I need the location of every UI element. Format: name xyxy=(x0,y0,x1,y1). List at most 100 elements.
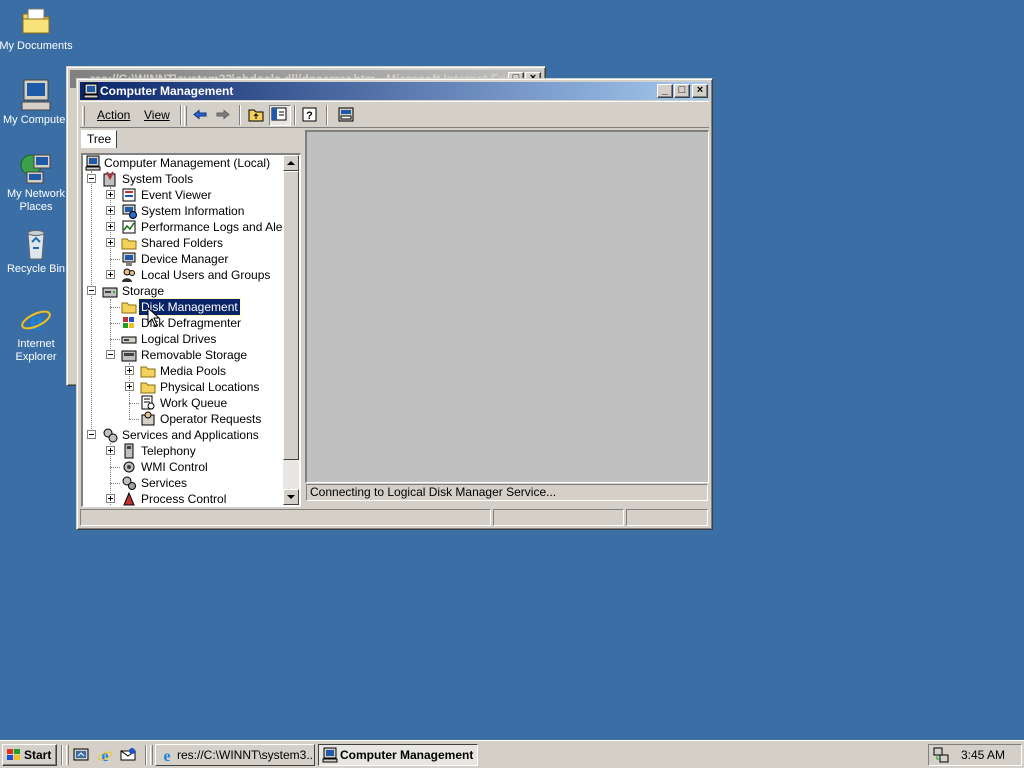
tab-tree[interactable]: Tree xyxy=(81,130,118,148)
tree-node-shared-folders[interactable]: Shared Folders xyxy=(83,235,283,251)
desktop-icon-label: My Documents xyxy=(0,40,73,52)
properties-icon xyxy=(338,107,354,122)
tree-node-physical-locations[interactable]: Physical Locations xyxy=(83,379,283,395)
arrow-down-icon xyxy=(287,495,295,499)
toolbar-separator xyxy=(180,105,182,125)
scroll-up-button[interactable] xyxy=(283,155,299,171)
tree-node-label: Operator Requests xyxy=(160,412,262,426)
menu-action[interactable]: Action xyxy=(91,107,136,124)
recycle-bin-icon xyxy=(19,227,53,261)
scroll-down-button[interactable] xyxy=(283,489,299,505)
expand-toggle[interactable] xyxy=(106,190,115,199)
tree-node-label: Shared Folders xyxy=(141,236,224,250)
tree-vertical-scrollbar[interactable] xyxy=(283,155,299,505)
details-pane[interactable] xyxy=(305,130,709,483)
desktop-icon-recycle-bin[interactable]: Recycle Bin xyxy=(0,227,74,276)
forward-button[interactable] xyxy=(213,105,235,126)
clock[interactable]: 3:45 AM xyxy=(961,745,1005,765)
tree-node-local-users-groups[interactable]: Local Users and Groups xyxy=(83,267,283,283)
tree-node-system-tools[interactable]: System Tools xyxy=(83,171,283,187)
show-hide-tree-button[interactable] xyxy=(269,105,291,126)
tree-node-removable-storage[interactable]: Removable Storage xyxy=(83,347,283,363)
tree-node-performance-logs[interactable]: Performance Logs and Alerts xyxy=(83,219,296,235)
tree-node-label: System Information xyxy=(141,204,245,218)
expand-toggle[interactable] xyxy=(106,222,115,231)
toolbar-grip[interactable] xyxy=(184,106,187,126)
internet-explorer-icon[interactable]: e xyxy=(97,747,113,763)
tree-node-process-control[interactable]: Process Control xyxy=(83,491,283,506)
local-users-icon xyxy=(122,268,135,282)
services-icon xyxy=(122,476,136,490)
taskbar-button-computer-management[interactable]: Computer Management xyxy=(318,744,478,766)
taskbar-grip[interactable] xyxy=(150,745,153,765)
desktop-icon-my-documents[interactable]: My Documents xyxy=(0,4,74,53)
toolbar-grip[interactable] xyxy=(82,106,85,126)
start-button[interactable]: Start xyxy=(2,744,57,766)
tree-node-device-manager[interactable]: Device Manager xyxy=(83,251,283,267)
tree-node-media-pools[interactable]: Media Pools xyxy=(83,363,283,379)
scroll-thumb[interactable] xyxy=(283,171,299,460)
wmi-control-icon xyxy=(123,461,135,473)
tree-node-telephony[interactable]: Telephony xyxy=(83,443,283,459)
expand-toggle[interactable] xyxy=(106,494,115,503)
toolbar: Action View ? xyxy=(80,101,709,128)
minimize-button[interactable]: _ xyxy=(657,84,673,98)
close-button[interactable]: × xyxy=(692,84,708,98)
window-titlebar[interactable]: Computer Management _ □ × xyxy=(80,82,709,100)
tree-node-label: Event Viewer xyxy=(141,188,212,202)
svg-text:e: e xyxy=(101,748,108,763)
maximize-button[interactable]: □ xyxy=(674,84,690,98)
collapse-toggle[interactable] xyxy=(87,286,96,295)
expand-toggle[interactable] xyxy=(106,446,115,455)
details-status-bar: Connecting to Logical Disk Manager Servi… xyxy=(306,484,708,501)
services-applications-icon xyxy=(103,428,118,443)
tree-node-disk-management[interactable]: Disk Management xyxy=(83,298,283,316)
tree-node-wmi-control[interactable]: WMI Control xyxy=(83,459,283,475)
physical-locations-icon xyxy=(140,382,156,394)
up-folder-icon xyxy=(248,109,264,122)
collapse-toggle[interactable] xyxy=(106,350,115,359)
outlook-express-icon[interactable] xyxy=(120,747,136,763)
disk-management-icon xyxy=(121,302,137,314)
removable-storage-icon xyxy=(121,350,137,362)
tree-node-services-applications[interactable]: Services and Applications xyxy=(83,427,283,443)
tree-node-system-information[interactable]: System Information xyxy=(83,203,283,219)
tree-node-computer-management-local[interactable]: Computer Management (Local) xyxy=(83,155,283,171)
expand-toggle[interactable] xyxy=(125,366,134,375)
media-pools-icon xyxy=(140,366,156,378)
computer-management-window[interactable]: Computer Management _ □ × Action View ? xyxy=(76,78,713,530)
show-hide-tree-icon xyxy=(271,107,287,121)
tree-node-storage[interactable]: Storage xyxy=(83,283,283,299)
process-control-icon xyxy=(123,491,135,506)
collapse-toggle[interactable] xyxy=(87,430,96,439)
properties-button[interactable] xyxy=(336,105,358,126)
taskbar-button-ie[interactable]: e res://C:\WINNT\system3... xyxy=(155,744,315,766)
back-button[interactable] xyxy=(190,105,212,126)
console-tree[interactable]: Computer Management (Local) System Tools… xyxy=(81,153,301,507)
tree-node-disk-defragmenter[interactable]: Disk Defragmenter xyxy=(83,315,283,331)
menu-action-label: Action xyxy=(97,108,131,122)
desktop-icon-label: My Computer xyxy=(2,114,70,126)
network-places-icon xyxy=(19,152,53,186)
desktop-icon-my-network-places[interactable]: My Network Places xyxy=(0,152,74,214)
desktop-icon-internet-explorer[interactable]: e Internet Explorer xyxy=(0,302,74,364)
tree-node-logical-drives[interactable]: Logical Drives xyxy=(83,331,283,347)
expand-toggle[interactable] xyxy=(106,270,115,279)
show-desktop-icon[interactable] xyxy=(73,747,89,763)
help-button[interactable]: ? xyxy=(300,105,322,126)
expand-toggle[interactable] xyxy=(125,382,134,391)
quick-launch-grip[interactable] xyxy=(66,745,69,765)
menu-view[interactable]: View xyxy=(138,107,176,124)
collapse-toggle[interactable] xyxy=(87,174,96,183)
tree-node-work-queue[interactable]: Work Queue xyxy=(83,395,283,411)
windows-logo-icon xyxy=(7,749,20,760)
desktop-icon-my-computer[interactable]: My Computer xyxy=(0,78,74,127)
tree-node-services[interactable]: Services xyxy=(83,475,283,491)
network-status-icon[interactable] xyxy=(933,747,949,763)
tree-node-operator-requests[interactable]: Operator Requests xyxy=(83,411,283,427)
arrow-up-icon xyxy=(287,161,295,165)
up-one-level-button[interactable] xyxy=(246,105,268,126)
expand-toggle[interactable] xyxy=(106,238,115,247)
tree-node-event-viewer[interactable]: Event Viewer xyxy=(83,187,283,203)
expand-toggle[interactable] xyxy=(106,206,115,215)
